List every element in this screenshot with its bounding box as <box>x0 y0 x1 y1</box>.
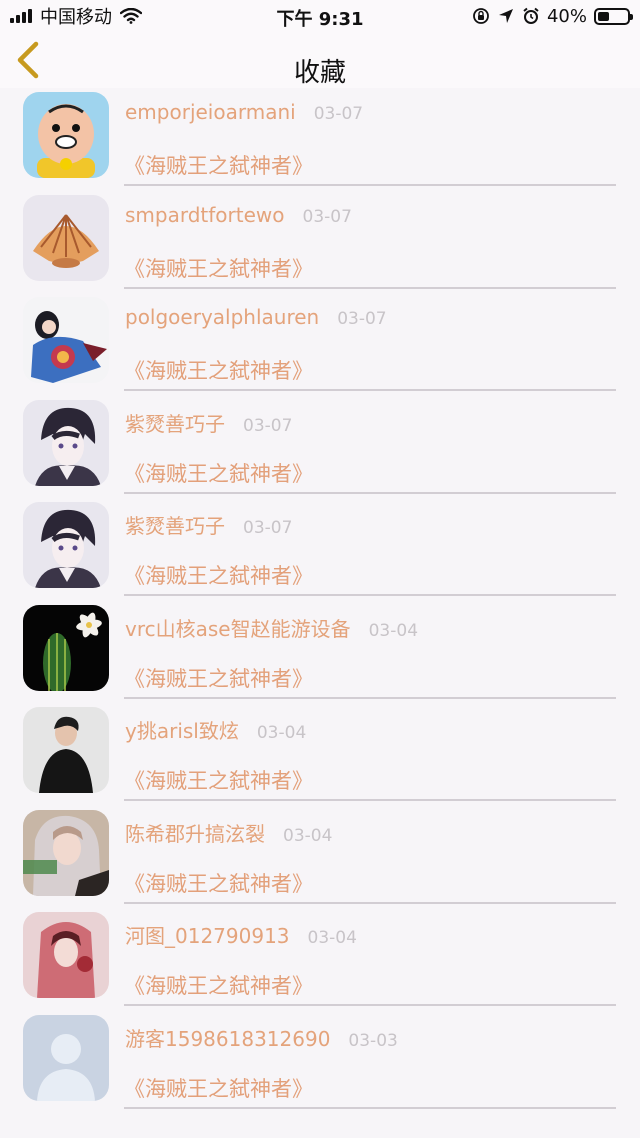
divider <box>124 1004 616 1006</box>
girl-photo-avatar <box>23 809 109 896</box>
work-title-link[interactable]: 《海贼王之弑神者》 <box>124 560 313 590</box>
work-title-link[interactable]: 《海贼王之弑神者》 <box>124 663 313 693</box>
wifi-icon <box>120 8 142 24</box>
divider <box>124 696 616 699</box>
work-title-link[interactable]: 《海贼王之弑神者》 <box>124 1073 313 1103</box>
name-row: vrc山核ase智赵能游设备 03-04 <box>125 613 418 642</box>
username[interactable]: vrc山核ase智赵能游设备 <box>125 613 351 642</box>
date-label: 03-04 <box>283 825 333 846</box>
navigation-bar: 收藏 <box>0 32 640 88</box>
avatar[interactable] <box>23 604 109 691</box>
name-row: 紫燹善巧子 03-07 <box>125 510 292 539</box>
avatar[interactable] <box>23 912 109 998</box>
date-label: 03-07 <box>243 415 293 436</box>
date-label: 03-04 <box>256 723 307 743</box>
name-row: emporjeioarmani 03-07 <box>125 100 363 124</box>
username[interactable]: y挑arisl致炫 <box>125 715 239 744</box>
name-row: 紫燹善巧子 03-07 <box>125 408 292 437</box>
date-label: 03-07 <box>302 206 352 227</box>
battery-icon <box>594 7 633 25</box>
avatar[interactable] <box>23 809 109 896</box>
work-title-link[interactable]: 《海贼王之弑神者》 <box>124 765 313 795</box>
page-title: 收藏 <box>293 58 346 88</box>
list-item[interactable]: 陈希郡升搞泫裂 03-04 《海贼王之弑神者》 <box>0 809 640 914</box>
list-item[interactable]: emporjeioarmani 03-07 《海贼王之弑神者》 <box>0 92 640 196</box>
divider <box>124 799 616 801</box>
seashell-avatar <box>23 194 109 281</box>
work-title-link[interactable]: 《海贼王之弑神者》 <box>124 868 313 898</box>
avatar[interactable] <box>23 1014 109 1101</box>
location-arrow-icon <box>498 9 513 23</box>
back-button[interactable] <box>10 38 50 82</box>
list-item[interactable]: smpardtfortewo 03-07 《海贼王之弑神者》 <box>0 194 640 299</box>
list-item[interactable]: 紫燹善巧子 03-07 《海贼王之弑神者》 <box>0 399 640 504</box>
avatar[interactable] <box>23 707 109 793</box>
list-item[interactable]: 游客1598618312690 03-03 《海贼王之弑神者》 <box>0 1014 640 1119</box>
username[interactable]: 游客1598618312690 <box>125 1023 330 1052</box>
name-row: polgoeryalphlauren 03-07 <box>125 305 387 329</box>
avatar[interactable] <box>23 194 109 281</box>
name-row: smpardtfortewo 03-07 <box>125 203 352 227</box>
divider <box>124 286 616 289</box>
divider <box>124 594 616 596</box>
kimono-girl-avatar <box>23 297 109 383</box>
favorites-list[interactable]: emporjeioarmani 03-07 《海贼王之弑神者》 smpardtfor… <box>0 88 640 1138</box>
username[interactable]: emporjeioarmani <box>125 100 296 124</box>
avatar[interactable] <box>23 297 109 383</box>
avatar[interactable] <box>23 92 109 178</box>
alarm-clock-icon <box>523 7 539 24</box>
anime-boy-avatar <box>23 399 109 486</box>
list-item[interactable]: 河图_012790913 03-04 《海贼王之弑神者》 <box>0 912 640 1016</box>
cartoon-face-avatar <box>23 92 109 178</box>
divider <box>124 1106 616 1109</box>
red-veil-girl-avatar <box>23 912 109 998</box>
name-row: 河图_012790913 03-04 <box>125 920 357 949</box>
date-label: 03-04 <box>368 620 419 641</box>
work-title-link[interactable]: 《海贼王之弑神者》 <box>124 458 313 488</box>
date-label: 03-04 <box>307 928 357 948</box>
name-row: 陈希郡升搞泫裂 03-04 <box>125 818 332 847</box>
avatar[interactable] <box>23 502 109 588</box>
date-label: 03-07 <box>313 104 364 124</box>
list-item[interactable]: y挑arisl致炫 03-04 《海贼王之弑神者》 <box>0 707 640 811</box>
work-title-link[interactable]: 《海贼王之弑神者》 <box>124 253 313 283</box>
battery-percent: 40% <box>546 5 587 27</box>
username[interactable]: smpardtfortewo <box>125 203 285 227</box>
username[interactable]: 紫燹善巧子 <box>125 408 225 437</box>
name-row: 游客1598618312690 03-03 <box>125 1023 398 1052</box>
divider <box>124 491 616 494</box>
work-title-link[interactable]: 《海贼王之弑神者》 <box>124 355 313 385</box>
date-label: 03-07 <box>243 518 293 538</box>
battery-level <box>598 11 610 21</box>
cellular-signal-icon <box>10 9 32 23</box>
username[interactable]: 紫燹善巧子 <box>125 510 225 539</box>
list-item[interactable]: vrc山核ase智赵能游设备 03-04 《海贼王之弑神者》 <box>0 604 640 709</box>
man-photo-avatar <box>23 707 109 793</box>
divider <box>124 184 616 186</box>
list-item[interactable]: 紫燹善巧子 03-07 《海贼王之弑神者》 <box>0 502 640 606</box>
carrier-name: 中国移动 <box>40 7 112 28</box>
work-title-link[interactable]: 《海贼王之弑神者》 <box>124 970 313 1000</box>
divider <box>124 389 616 391</box>
username[interactable]: 陈希郡升搞泫裂 <box>125 818 265 847</box>
date-label: 03-07 <box>337 309 387 329</box>
orientation-lock-icon <box>473 8 489 24</box>
list-item[interactable]: polgoeryalphlauren 03-07 《海贼王之弑神者》 <box>0 297 640 401</box>
work-title-link[interactable]: 《海贼王之弑神者》 <box>124 150 313 180</box>
default-user-avatar <box>23 1014 109 1101</box>
name-row: y挑arisl致炫 03-04 <box>125 715 306 744</box>
cactus-flower-avatar <box>23 604 109 691</box>
divider <box>124 901 616 904</box>
username[interactable]: polgoeryalphlauren <box>125 305 319 329</box>
anime-boy-avatar <box>23 502 109 588</box>
chevron-left-icon <box>17 41 39 79</box>
date-label: 03-03 <box>348 1030 398 1051</box>
username[interactable]: 河图_012790913 <box>125 920 290 949</box>
status-bar: 中国移动 下午 9:31 40% <box>0 0 640 32</box>
avatar[interactable] <box>23 399 109 486</box>
